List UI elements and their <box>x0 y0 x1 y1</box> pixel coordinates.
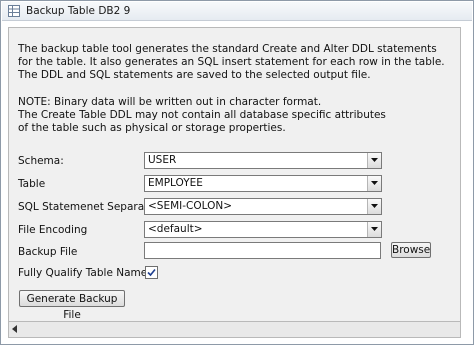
separator-value: <SEMI-COLON> <box>148 200 233 212</box>
browse-button[interactable]: Browse <box>391 242 431 258</box>
horizontal-scrollbar[interactable] <box>8 321 461 338</box>
schema-dropdown-button[interactable] <box>367 153 381 168</box>
note-line: The Create Table DDL may not contain all… <box>18 109 386 121</box>
separator-label: SQL Statemenet Separator <box>18 201 160 213</box>
window-title: Backup Table DB2 9 <box>26 5 131 17</box>
qualify-label: Fully Qualify Table Name <box>18 267 148 279</box>
encoding-value: <default> <box>148 223 203 235</box>
encoding-label: File Encoding <box>18 224 88 236</box>
schema-value: USER <box>148 154 177 166</box>
chevron-down-icon <box>371 227 378 231</box>
table-label: Table <box>18 178 46 190</box>
qualify-checkbox[interactable] <box>145 266 158 279</box>
chevron-down-icon <box>371 204 378 208</box>
description-line: The backup table tool generates the stan… <box>18 43 437 55</box>
table-icon <box>8 5 20 17</box>
check-icon <box>147 268 156 277</box>
backup-table-window: Backup Table DB2 9 The backup table tool… <box>0 0 474 345</box>
note-line: of the table such as physical or storage… <box>18 122 286 134</box>
form-panel: The backup table tool generates the stan… <box>8 27 461 322</box>
separator-dropdown-button[interactable] <box>367 199 381 214</box>
encoding-dropdown-button[interactable] <box>367 222 381 237</box>
description-text: The backup table tool generates the stan… <box>18 43 445 82</box>
scroll-left-arrow-icon[interactable] <box>12 325 17 333</box>
note-line: NOTE: Binary data will be written out in… <box>18 96 322 108</box>
chevron-down-icon <box>371 158 378 162</box>
description-line: for the table. It also generates an SQL … <box>18 56 445 68</box>
separator-select[interactable]: <SEMI-COLON> <box>144 198 382 215</box>
note-text: NOTE: Binary data will be written out in… <box>18 96 386 135</box>
title-bar: Backup Table DB2 9 <box>2 2 472 21</box>
backup-file-input[interactable] <box>144 242 381 259</box>
encoding-select[interactable]: <default> <box>144 221 382 238</box>
backup-file-label: Backup File <box>18 246 78 258</box>
description-line: The DDL and SQL statements are saved to … <box>18 69 371 81</box>
schema-select[interactable]: USER <box>144 152 382 169</box>
generate-backup-button[interactable]: Generate Backup File <box>19 290 125 321</box>
schema-label: Schema: <box>18 155 64 167</box>
table-value: EMPLOYEE <box>148 177 203 189</box>
chevron-down-icon <box>371 181 378 185</box>
table-select[interactable]: EMPLOYEE <box>144 175 382 192</box>
table-dropdown-button[interactable] <box>367 176 381 191</box>
